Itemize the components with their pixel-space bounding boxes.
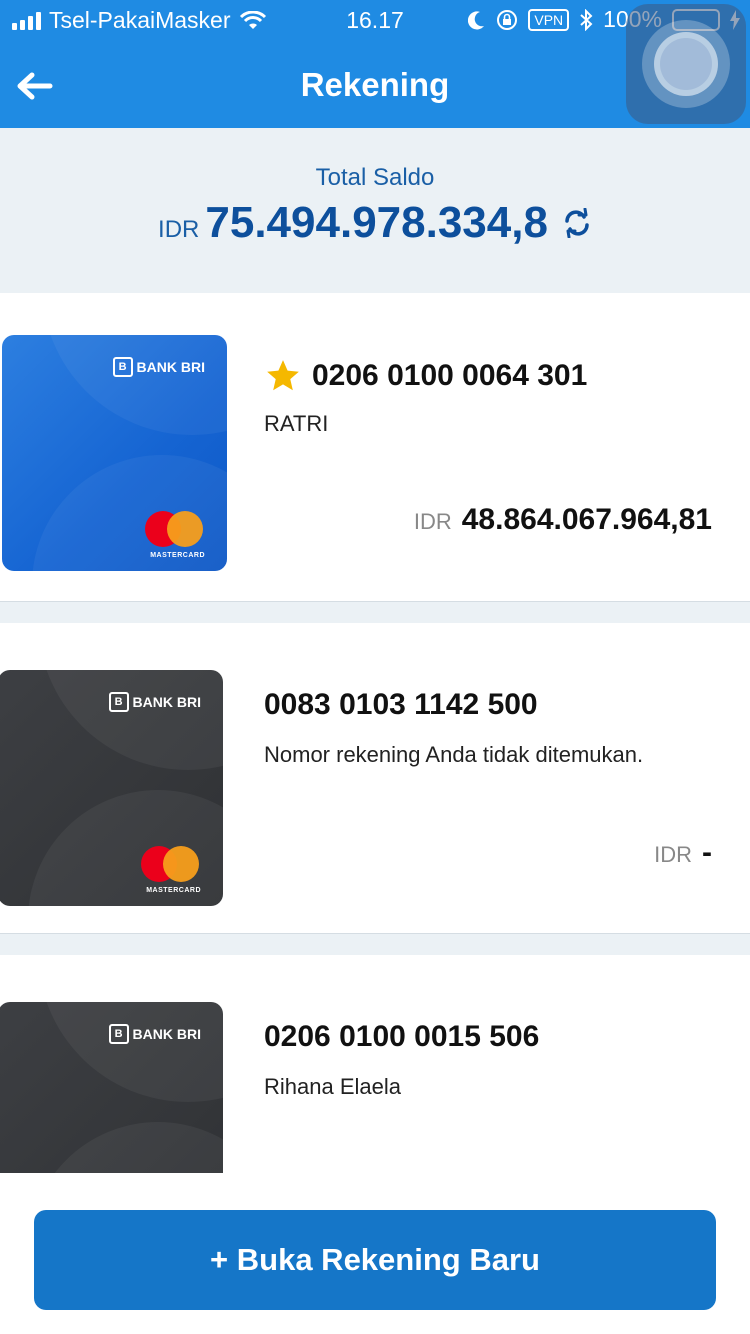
- balance-amount: -: [702, 836, 712, 869]
- bank-logo: B BANK BRI: [112, 357, 205, 377]
- account-item[interactable]: B BANK BRI MASTERCARD 0083 0103 1142 500 …: [0, 624, 750, 934]
- vpn-badge: VPN: [528, 8, 570, 31]
- assistive-touch-button[interactable]: [626, 4, 746, 124]
- balance-amount: 48.864.067.964,81: [461, 503, 712, 536]
- account-card-image: B BANK BRI MASTERCARD: [0, 670, 223, 906]
- account-number: 0083 0103 1142 500: [264, 688, 538, 721]
- bank-logo: B BANK BRI: [108, 692, 201, 712]
- account-holder-name: RATRI: [264, 411, 329, 436]
- total-balance-row: IDR 75.494.978.334,8: [0, 198, 750, 248]
- mastercard-logo: [145, 511, 203, 547]
- moon-icon: [468, 10, 485, 29]
- account-number: 0206 0100 0015 506: [264, 1020, 540, 1053]
- favorite-star-icon[interactable]: [264, 357, 302, 395]
- bank-logo: B BANK BRI: [108, 1024, 201, 1044]
- total-balance-panel: Total Saldo IDR 75.494.978.334,8: [0, 128, 750, 293]
- mastercard-logo: [141, 846, 199, 882]
- balance-currency: IDR: [413, 509, 452, 534]
- account-list[interactable]: B BANK BRI MASTERCARD 0206 0100 0064 301 …: [0, 293, 750, 1173]
- account-number-row: 0083 0103 1142 500: [264, 688, 538, 722]
- account-item[interactable]: B BANK BRI 0206 0100 0015 506 Rihana Elae…: [0, 956, 750, 1173]
- account-number-row: 0206 0100 0064 301: [264, 357, 587, 395]
- list-divider: [0, 933, 750, 955]
- account-card-image: B BANK BRI MASTERCARD: [2, 335, 227, 571]
- bluetooth-icon: [580, 8, 593, 31]
- footer-bar: + Buka Rekening Baru: [0, 1186, 750, 1334]
- total-balance-currency: IDR: [158, 216, 200, 243]
- account-number: 0206 0100 0064 301: [312, 359, 588, 392]
- account-holder-name: Rihana Elaela: [264, 1074, 401, 1099]
- balance-currency: IDR: [654, 842, 692, 867]
- total-balance-amount: 75.494.978.334,8: [205, 198, 548, 247]
- account-item[interactable]: B BANK BRI MASTERCARD 0206 0100 0064 301 …: [0, 293, 750, 603]
- list-divider: [0, 601, 750, 623]
- refresh-icon[interactable]: [562, 208, 592, 238]
- account-balance: IDR -: [654, 836, 712, 870]
- rotation-lock-icon: [497, 9, 518, 30]
- account-number-row: 0206 0100 0015 506: [264, 1020, 539, 1054]
- account-balance: IDR 48.864.067.964,81: [414, 503, 712, 537]
- open-new-account-button[interactable]: + Buka Rekening Baru: [34, 1210, 716, 1310]
- total-balance-label: Total Saldo: [315, 164, 435, 191]
- account-card-image: B BANK BRI: [0, 1002, 223, 1173]
- account-holder-name: Nomor rekening Anda tidak ditemukan.: [264, 742, 644, 767]
